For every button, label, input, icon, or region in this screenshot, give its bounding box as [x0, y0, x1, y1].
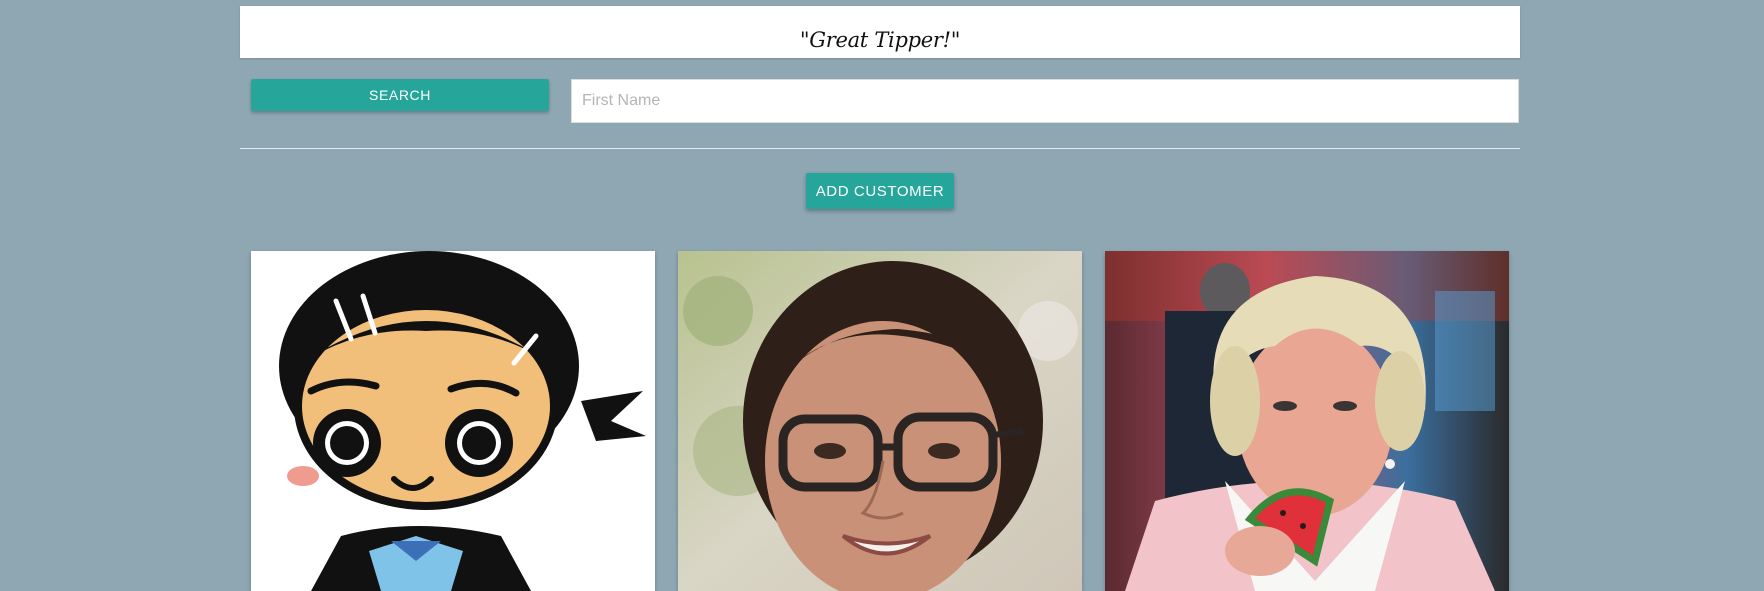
- add-customer-button[interactable]: ADD CUSTOMER: [806, 173, 954, 209]
- section-divider: [240, 148, 1520, 149]
- customer-card-1[interactable]: [251, 251, 655, 591]
- cartoon-girl-avatar-image: [251, 251, 655, 591]
- woman-eating-watermelon-image: [1105, 251, 1509, 591]
- first-name-search-input[interactable]: [571, 79, 1519, 123]
- quote-banner: "Great Tipper!": [240, 6, 1520, 58]
- woman-with-glasses-image: [678, 251, 1082, 591]
- search-button[interactable]: SEARCH: [251, 79, 549, 111]
- customer-card-3[interactable]: [1105, 251, 1509, 591]
- customer-card-2[interactable]: [678, 251, 1082, 591]
- quote-text: "Great Tipper!": [799, 28, 961, 52]
